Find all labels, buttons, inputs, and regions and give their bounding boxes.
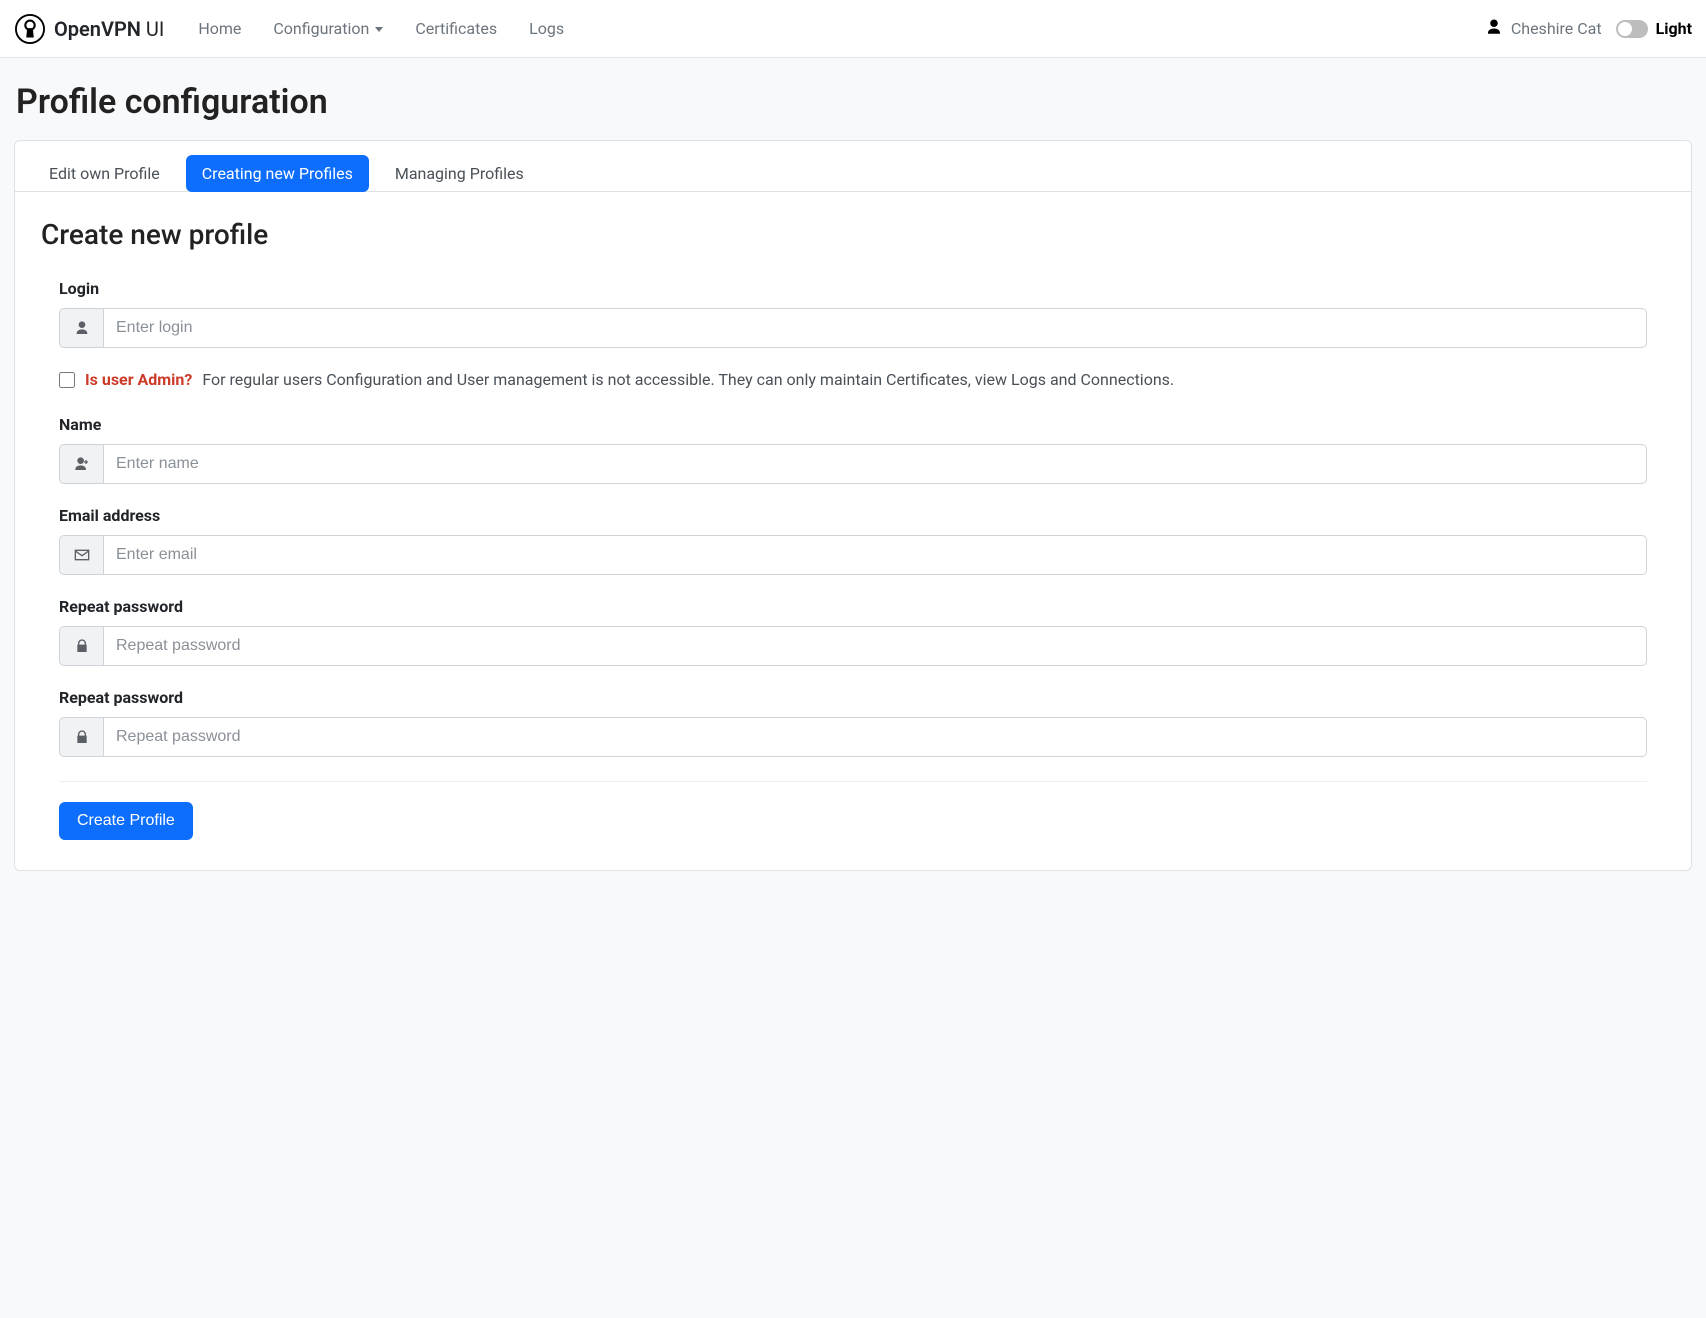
lock-icon <box>59 717 103 757</box>
password2-input[interactable] <box>103 717 1647 757</box>
profile-tabs: Edit own Profile Creating new Profiles M… <box>33 155 1673 192</box>
theme-switch-knob <box>1618 22 1632 36</box>
is-admin-hint: For regular users Configuration and User… <box>202 370 1174 389</box>
brand-link[interactable]: OpenVPN UI <box>14 13 164 45</box>
user-icon <box>1485 18 1503 40</box>
card-body: Create new profile Login Is user Admin? <box>15 192 1691 870</box>
user-menu[interactable]: Cheshire Cat <box>1485 18 1602 40</box>
section-title: Create new profile <box>41 218 1665 251</box>
password2-label: Repeat password <box>59 688 1647 707</box>
login-input[interactable] <box>103 308 1647 348</box>
user-icon <box>59 308 103 348</box>
openvpn-logo-icon <box>14 13 46 45</box>
user-plus-icon <box>59 444 103 484</box>
email-input[interactable] <box>103 535 1647 575</box>
card-header: Edit own Profile Creating new Profiles M… <box>15 141 1691 192</box>
theme-label: Light <box>1656 19 1692 38</box>
nav-links: Home Configuration Certificates Logs <box>184 11 578 46</box>
tab-edit-own-profile[interactable]: Edit own Profile <box>33 155 176 192</box>
form-group-password-1: Repeat password <box>59 597 1647 666</box>
profile-card: Edit own Profile Creating new Profiles M… <box>14 140 1692 871</box>
form-group-email: Email address <box>59 506 1647 575</box>
page-title: Profile configuration <box>16 82 1690 122</box>
lock-icon <box>59 626 103 666</box>
nav-home[interactable]: Home <box>184 11 255 46</box>
form-group-login: Login <box>59 279 1647 348</box>
is-admin-label: Is user Admin? <box>85 370 192 389</box>
theme-switch[interactable] <box>1616 20 1648 38</box>
nav-configuration[interactable]: Configuration <box>259 11 397 46</box>
form-divider <box>59 781 1647 782</box>
password1-input[interactable] <box>103 626 1647 666</box>
brand-title-strong: OpenVPN <box>54 17 141 41</box>
login-label: Login <box>59 279 1647 298</box>
create-profile-button[interactable]: Create Profile <box>59 802 193 840</box>
top-navbar: OpenVPN UI Home Configuration Certificat… <box>0 0 1706 58</box>
tab-creating-new-profiles[interactable]: Creating new Profiles <box>186 155 369 192</box>
password1-label: Repeat password <box>59 597 1647 616</box>
navbar-right: Cheshire Cat Light <box>1485 18 1692 40</box>
email-label: Email address <box>59 506 1647 525</box>
user-name: Cheshire Cat <box>1511 19 1602 38</box>
name-label: Name <box>59 415 1647 434</box>
envelope-icon <box>59 535 103 575</box>
is-admin-checkbox[interactable] <box>59 372 75 388</box>
is-admin-row: Is user Admin? For regular users Configu… <box>59 370 1647 389</box>
name-input[interactable] <box>103 444 1647 484</box>
brand-title-light: UI <box>141 17 164 41</box>
form-group-name: Name <box>59 415 1647 484</box>
nav-logs[interactable]: Logs <box>515 11 578 46</box>
form-group-password-2: Repeat password <box>59 688 1647 757</box>
chevron-down-icon <box>375 27 383 32</box>
theme-toggle: Light <box>1616 19 1692 38</box>
tab-managing-profiles[interactable]: Managing Profiles <box>379 155 540 192</box>
nav-configuration-label: Configuration <box>273 19 369 38</box>
nav-certificates[interactable]: Certificates <box>401 11 511 46</box>
